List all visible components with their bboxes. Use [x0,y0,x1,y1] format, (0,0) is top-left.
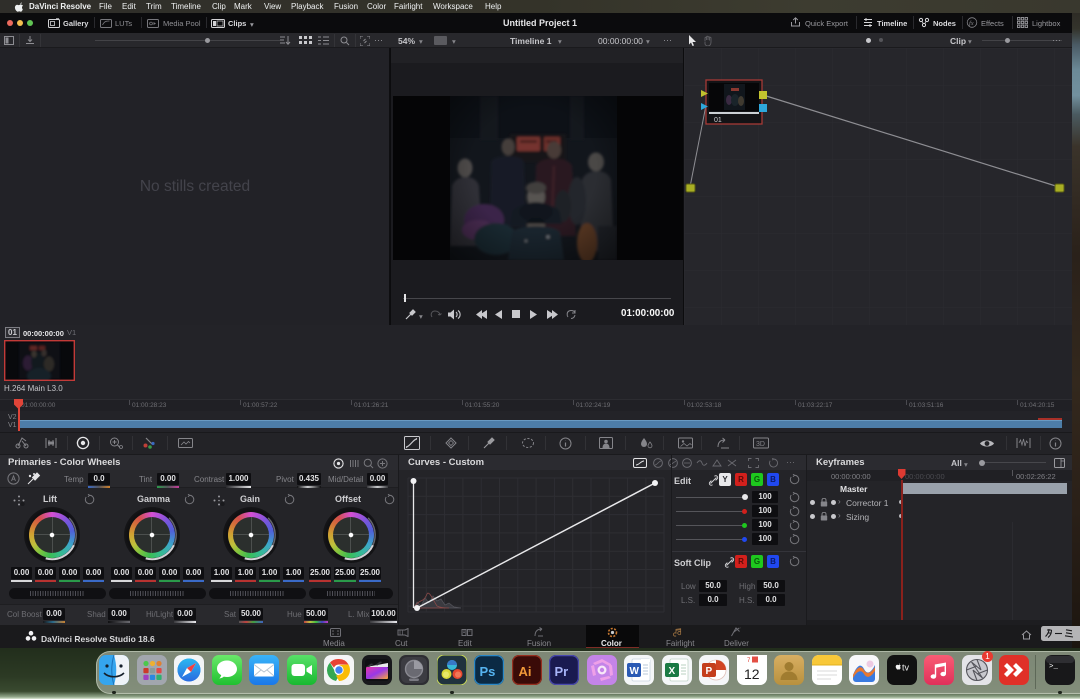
svg-text:01: 01 [714,117,722,124]
svg-text:fx: fx [969,20,974,27]
svg-text:W: W [630,666,640,677]
svg-text:Ps: Ps [480,664,496,679]
svg-text:>_: >_ [1049,663,1059,671]
svg-text:3D: 3D [756,441,765,448]
svg-text:P: P [706,666,713,677]
svg-text:tv: tv [902,663,910,673]
svg-text:Pr: Pr [555,664,569,679]
svg-text:12: 12 [744,666,760,682]
svg-text:X: X [668,666,675,677]
svg-text:Ai: Ai [518,664,531,679]
